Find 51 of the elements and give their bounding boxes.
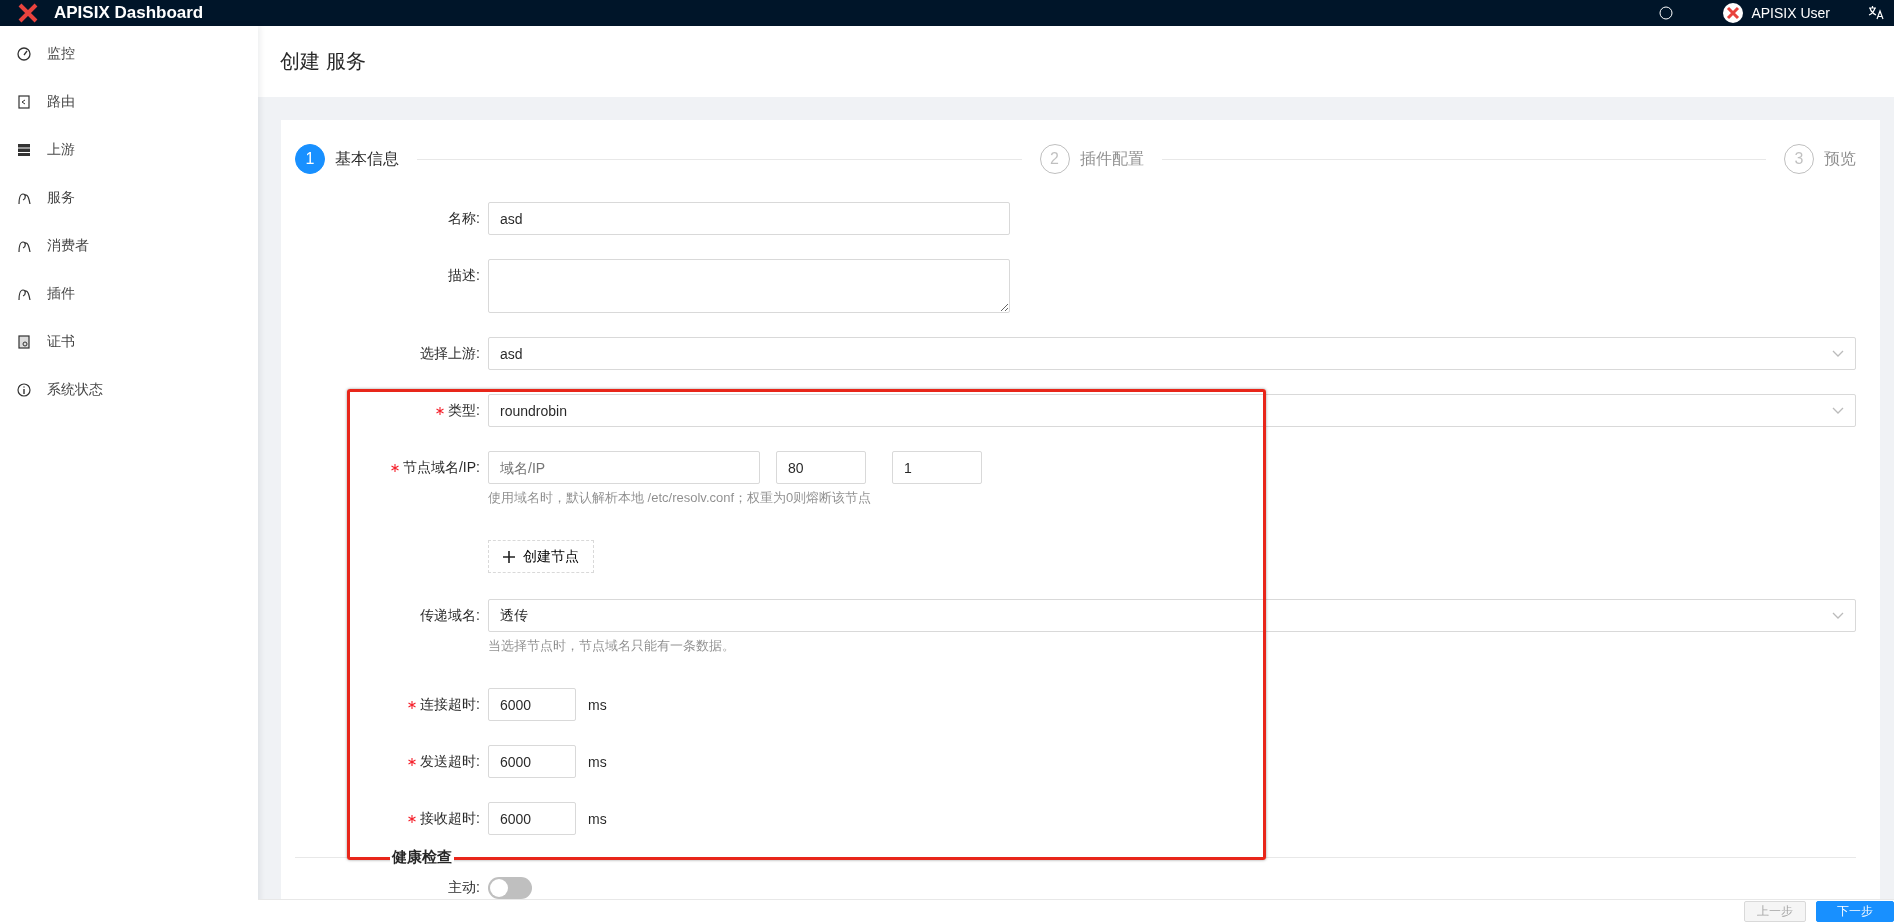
sidebar-item[interactable]: 路由 — [0, 78, 258, 126]
select-field[interactable]: roundrobin — [488, 394, 1856, 427]
sidebar-item[interactable]: 服务 — [0, 174, 258, 222]
field-label: 传递域名: — [420, 606, 480, 625]
sidebar-item[interactable]: 上游 — [0, 126, 258, 174]
timeout-field[interactable]: 6000 — [488, 802, 576, 835]
sidebar-item[interactable]: 消费者 — [0, 222, 258, 270]
field-label: 名称: — [448, 209, 480, 228]
select-field[interactable]: asd — [488, 337, 1856, 370]
user-name[interactable]: APISIX User — [1751, 5, 1830, 21]
certificate-icon — [17, 335, 31, 349]
chevron-down-icon — [1832, 407, 1844, 414]
avatar-icon — [1723, 3, 1744, 23]
timeout-field[interactable]: 6000 — [488, 745, 576, 778]
sidebar-item[interactable]: 证书 — [0, 318, 258, 366]
dashboard-icon — [17, 47, 31, 61]
field-label: 类型: — [448, 401, 480, 420]
field-label: 接收超时: — [420, 809, 480, 828]
field-label: 节点域名/IP: — [403, 458, 480, 477]
field-label: 发送超时: — [420, 752, 480, 771]
unit-label: ms — [588, 696, 607, 713]
unit-label: ms — [588, 753, 607, 770]
logo-icon — [18, 3, 38, 23]
field-label: 主动: — [448, 879, 480, 897]
port-field[interactable]: 80 — [776, 451, 866, 484]
toggle-switch[interactable] — [488, 877, 532, 899]
weight-field[interactable]: 1 — [892, 451, 982, 484]
chevron-down-icon — [1832, 350, 1844, 357]
sidebar-item[interactable]: 监控 — [0, 30, 258, 78]
plus-icon — [503, 550, 515, 563]
server-icon — [17, 143, 31, 157]
step-item[interactable]: 1 基本信息 — [295, 144, 399, 174]
chevron-down-icon — [1832, 612, 1844, 619]
host-field[interactable]: 域名/IP — [488, 451, 760, 484]
unit-label: ms — [588, 810, 607, 827]
section-title: 健康检查 — [390, 848, 454, 867]
page-title: 创建 服务 — [258, 26, 1894, 97]
field-label: 选择上游: — [420, 344, 480, 363]
sidebar-item[interactable]: 系统状态 — [0, 366, 258, 414]
timeout-field[interactable]: 6000 — [488, 688, 576, 721]
field-label: 连接超时: — [420, 695, 480, 714]
info-icon — [17, 383, 31, 397]
document-icon — [17, 95, 31, 109]
input-field[interactable]: asd — [488, 202, 1010, 235]
sidebar-item[interactable]: 插件 — [0, 270, 258, 318]
translate-icon[interactable] — [1868, 5, 1884, 21]
select-field[interactable]: 透传 — [488, 599, 1856, 632]
field-label: 描述: — [448, 266, 480, 285]
help-text: 使用域名时，默认解析本地 /etc/resolv.conf；权重为0则熔断该节点 — [488, 489, 873, 507]
add-node-button[interactable]: 创建节点 — [488, 540, 594, 573]
app-title: APISIX Dashboard — [54, 3, 204, 23]
